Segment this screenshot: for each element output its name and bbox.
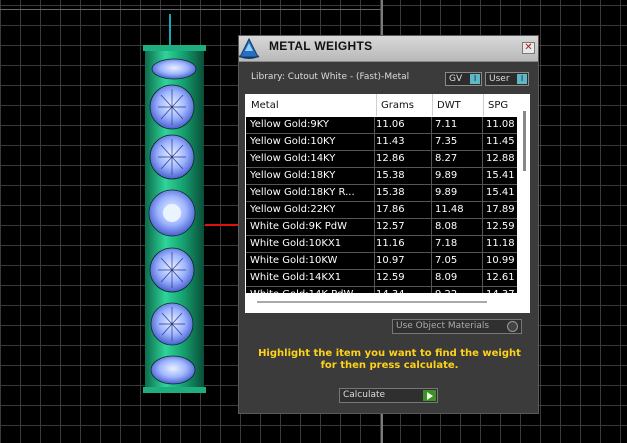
cell-grams: 12.59 bbox=[376, 272, 405, 283]
cell-grams: 11.16 bbox=[376, 238, 405, 249]
cell-metal: Yellow Gold:14KY bbox=[250, 153, 336, 164]
cell-dwt: 7.35 bbox=[435, 136, 458, 147]
column-header-metal[interactable]: Metal bbox=[251, 100, 279, 111]
table-row[interactable]: Yellow Gold:10KY 11.43 7.35 11.45 bbox=[246, 134, 517, 151]
cell-grams: 15.38 bbox=[376, 170, 405, 181]
cell-metal: Yellow Gold:18KY R... bbox=[250, 187, 355, 198]
cell-grams: 12.86 bbox=[376, 153, 405, 164]
cell-spg: 14.37 bbox=[486, 289, 517, 293]
table-row[interactable]: White Gold:14KX1 12.59 8.09 12.61 bbox=[246, 270, 517, 287]
cell-metal: Yellow Gold:22KY bbox=[250, 204, 336, 215]
table-body: Yellow Gold:9KY 11.06 7.11 11.08 Yellow Gold… bbox=[246, 117, 517, 293]
calculate-button[interactable]: Calculate bbox=[339, 388, 438, 403]
column-divider bbox=[482, 117, 483, 293]
table-row[interactable]: White Gold:10KX1 11.16 7.18 11.18 bbox=[246, 236, 517, 253]
calculate-label: Calculate bbox=[343, 390, 386, 400]
cell-grams: 10.97 bbox=[376, 255, 405, 266]
column-header-spg[interactable]: SPG bbox=[488, 100, 508, 111]
play-arrow-icon[interactable] bbox=[423, 390, 436, 401]
user-toggle[interactable]: User I bbox=[485, 72, 529, 86]
cell-dwt: 8.27 bbox=[435, 153, 458, 164]
cell-metal: White Gold:10KW bbox=[250, 255, 338, 266]
cell-spg: 10.99 bbox=[486, 255, 515, 266]
column-divider bbox=[374, 117, 375, 293]
use-object-materials-label: Use Object Materials bbox=[396, 321, 490, 331]
cell-spg: 11.45 bbox=[486, 136, 515, 147]
column-divider bbox=[432, 94, 433, 116]
dialog-title: METAL WEIGHTS bbox=[269, 39, 373, 53]
cell-spg: 17.89 bbox=[486, 204, 515, 215]
table-row[interactable]: White Gold:14K PdW 14.34 9.22 14.37 bbox=[246, 287, 517, 293]
cell-spg: 11.18 bbox=[486, 238, 515, 249]
column-header-grams[interactable]: Grams bbox=[381, 100, 414, 111]
gv-toggle-label: GV bbox=[449, 74, 463, 84]
ring-model[interactable] bbox=[143, 45, 206, 393]
gv-toggle-knob: I bbox=[470, 74, 480, 84]
cell-grams: 12.57 bbox=[376, 221, 405, 232]
cell-metal: White Gold:14K PdW bbox=[250, 289, 372, 293]
cell-spg: 15.41 bbox=[486, 187, 515, 198]
metal-weights-dialog: METAL WEIGHTS ✕ Library: Cutout White - … bbox=[238, 35, 539, 414]
column-divider bbox=[376, 94, 377, 116]
instruction-text: Highlight the item you want to find the … bbox=[258, 348, 521, 371]
cell-dwt: 8.08 bbox=[435, 221, 458, 232]
column-divider bbox=[483, 94, 484, 116]
cell-grams: 15.38 bbox=[376, 187, 405, 198]
cell-metal: Yellow Gold:10KY bbox=[250, 136, 336, 147]
vertical-scrollbar[interactable] bbox=[523, 111, 526, 171]
cell-metal: White Gold:14KX1 bbox=[250, 272, 342, 283]
cell-spg: 12.61 bbox=[486, 272, 515, 283]
cell-dwt: 8.09 bbox=[435, 272, 458, 283]
table-row[interactable]: Yellow Gold:22KY 17.86 11.48 17.89 bbox=[246, 202, 517, 219]
cell-dwt: 11.48 bbox=[435, 204, 464, 215]
cell-spg: 15.41 bbox=[486, 170, 515, 181]
table-row[interactable]: Yellow Gold:18KY R... 15.38 9.89 15.41 bbox=[246, 185, 517, 202]
column-header-dwt[interactable]: DWT bbox=[437, 100, 461, 111]
table-row[interactable]: White Gold:9K PdW 12.57 8.08 12.59 bbox=[246, 219, 517, 236]
user-toggle-knob: I bbox=[517, 74, 527, 84]
column-divider bbox=[431, 117, 432, 293]
cell-dwt: 7.05 bbox=[435, 255, 458, 266]
cell-spg: 12.59 bbox=[486, 221, 515, 232]
cell-dwt: 9.89 bbox=[435, 170, 458, 181]
cell-dwt: 9.22 bbox=[435, 289, 481, 293]
dialog-titlebar[interactable]: METAL WEIGHTS ✕ bbox=[238, 36, 538, 62]
app-logo-icon bbox=[238, 37, 260, 59]
gv-toggle[interactable]: GV I bbox=[445, 72, 482, 86]
cell-grams: 14.34 bbox=[376, 289, 426, 293]
table-row[interactable]: White Gold:10KW 10.97 7.05 10.99 bbox=[246, 253, 517, 270]
viewport-boundary-top bbox=[0, 9, 383, 10]
metal-weights-table[interactable]: Metal Grams DWT SPG Yellow Gold:9KY 11.06… bbox=[245, 94, 530, 313]
cell-dwt: 9.89 bbox=[435, 187, 458, 198]
cell-metal: Yellow Gold:18KY bbox=[250, 170, 336, 181]
library-label: Library: Cutout White - (Fast)-Metal bbox=[251, 72, 410, 82]
cell-metal: White Gold:10KX1 bbox=[250, 238, 342, 249]
close-button[interactable]: ✕ bbox=[522, 42, 535, 54]
cell-dwt: 7.18 bbox=[435, 238, 458, 249]
cell-metal: Yellow Gold:9KY bbox=[250, 119, 329, 130]
cell-metal: White Gold:9K PdW bbox=[250, 221, 347, 232]
table-row[interactable]: Yellow Gold:18KY 15.38 9.89 15.41 bbox=[246, 168, 517, 185]
x-axis-line bbox=[205, 224, 241, 226]
use-object-materials-option[interactable]: Use Object Materials bbox=[392, 319, 522, 334]
cell-dwt: 7.11 bbox=[435, 119, 458, 130]
horizontal-scrollbar[interactable] bbox=[257, 301, 487, 303]
cell-spg: 12.88 bbox=[486, 153, 515, 164]
cell-grams: 11.06 bbox=[376, 119, 405, 130]
table-header: Metal Grams DWT SPG bbox=[245, 94, 530, 116]
y-axis-line bbox=[169, 14, 171, 46]
radio-icon[interactable] bbox=[507, 321, 518, 332]
cell-grams: 17.86 bbox=[376, 204, 405, 215]
table-row[interactable]: Yellow Gold:9KY 11.06 7.11 11.08 bbox=[246, 117, 517, 134]
cell-spg: 11.08 bbox=[486, 119, 515, 130]
table-row[interactable]: Yellow Gold:14KY 12.86 8.27 12.88 bbox=[246, 151, 517, 168]
user-toggle-label: User bbox=[489, 74, 510, 84]
cell-grams: 11.43 bbox=[376, 136, 405, 147]
